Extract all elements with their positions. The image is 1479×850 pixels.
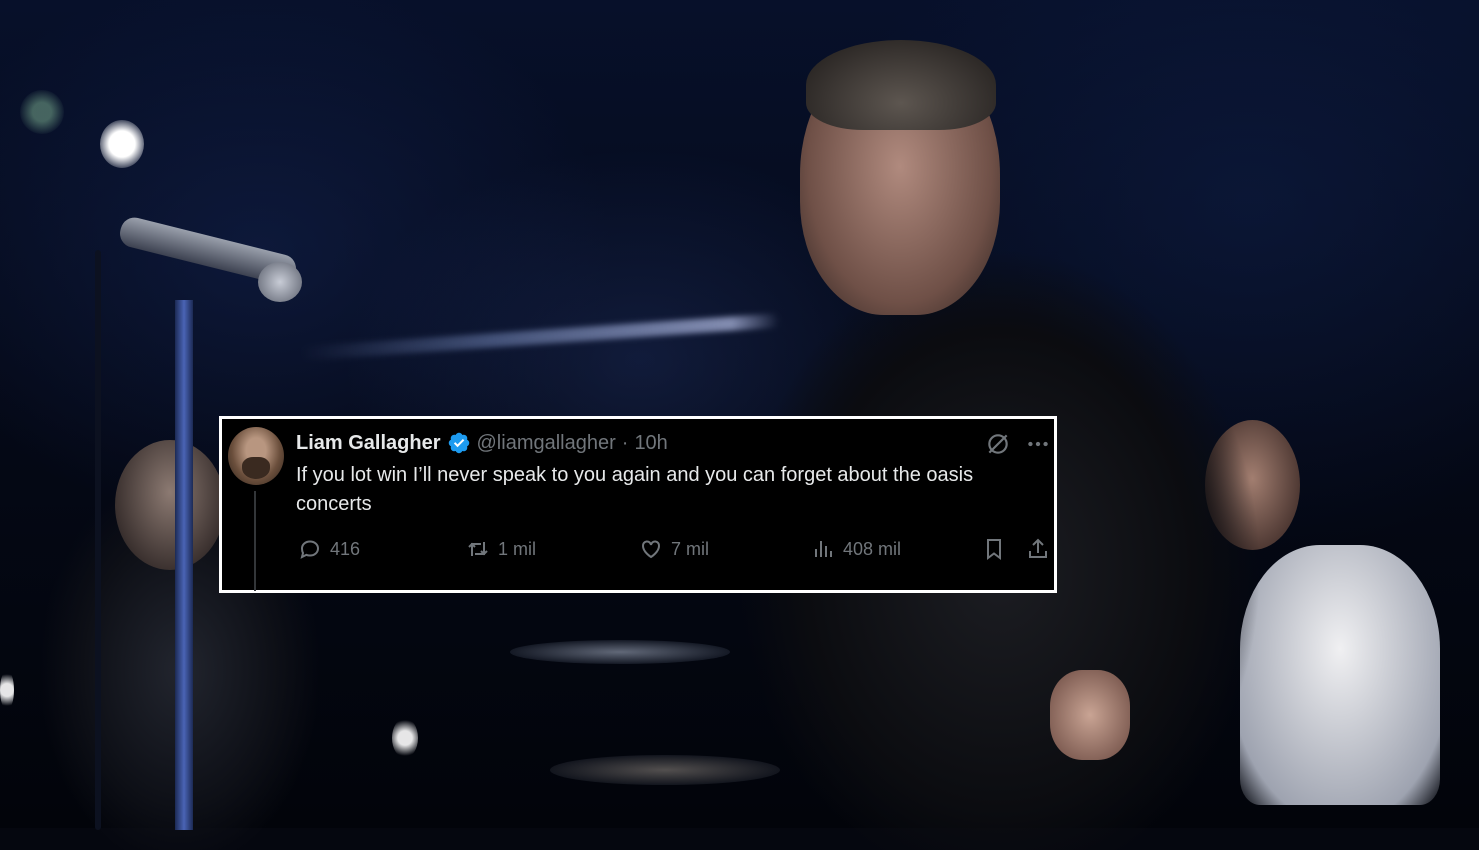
- avatar-face: [242, 457, 270, 479]
- mic-stand: [175, 300, 193, 830]
- thread-line: [254, 491, 256, 591]
- more-icon[interactable]: [1025, 431, 1051, 457]
- share-button[interactable]: [1026, 537, 1050, 561]
- singer-hair: [806, 40, 996, 130]
- retweet-icon: [468, 542, 488, 556]
- microphone-head: [258, 262, 302, 302]
- share-icon: [1029, 538, 1047, 558]
- views-count: 408 mil: [843, 538, 902, 559]
- drummer-figure: [1240, 545, 1440, 805]
- like-icon: [642, 540, 660, 559]
- retweet-count: 1 mil: [498, 538, 537, 559]
- stage-light: [392, 718, 418, 758]
- tweet-card: Liam Gallagher @liamgallagher · 10h If y…: [219, 416, 1057, 593]
- avatar[interactable]: [228, 427, 284, 485]
- reply-icon: [300, 540, 320, 559]
- tweet-actions: 416 1 mil 7 mil 408 mil: [296, 537, 1056, 567]
- retweet-button[interactable]: 1 mil: [466, 537, 536, 561]
- stage-light: [0, 670, 14, 710]
- tweet-text: If you lot win I’ll never speak to you a…: [296, 464, 974, 515]
- singer-hand: [1050, 670, 1130, 760]
- verified-badge-icon: [448, 432, 469, 454]
- stage-light: [100, 120, 144, 168]
- stage-light: [20, 90, 64, 134]
- bookmark-button[interactable]: [982, 537, 1006, 561]
- grok-icon[interactable]: [985, 431, 1011, 457]
- background-photo: [0, 0, 1479, 850]
- handle[interactable]: @liamgallagher: [477, 432, 616, 455]
- separator: ·: [621, 431, 629, 454]
- display-name[interactable]: Liam Gallagher: [296, 432, 441, 455]
- cymbal: [510, 640, 730, 664]
- views-icon: [815, 541, 832, 557]
- reply-count: 416: [330, 538, 361, 559]
- mic-cable: [95, 250, 101, 830]
- reply-button[interactable]: 416: [298, 537, 360, 561]
- guitarist-head: [115, 440, 225, 570]
- stage-light-bar: [300, 313, 780, 361]
- timestamp[interactable]: 10h: [634, 432, 667, 455]
- tweet-header: Liam Gallagher @liamgallagher · 10h: [296, 429, 668, 457]
- views-button[interactable]: 408 mil: [811, 537, 901, 561]
- like-button[interactable]: 7 mil: [639, 537, 709, 561]
- like-count: 7 mil: [671, 538, 710, 559]
- bookmark-icon: [987, 539, 1001, 560]
